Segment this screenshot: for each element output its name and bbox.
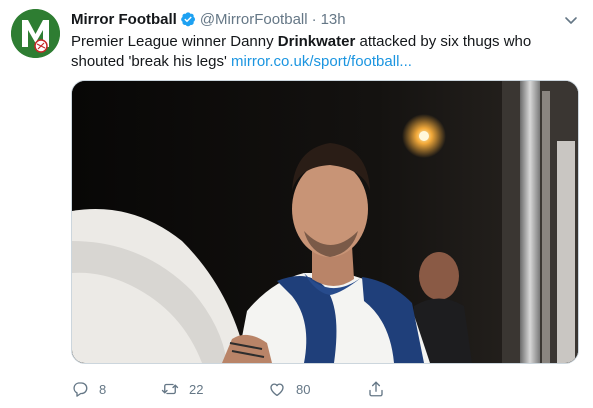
share-icon	[369, 381, 383, 397]
mirror-football-logo-icon	[11, 9, 60, 58]
avatar[interactable]	[11, 9, 60, 58]
retweet-count: 22	[189, 381, 204, 397]
author-handle[interactable]: @MirrorFootball	[200, 11, 308, 28]
photo-image	[72, 81, 578, 363]
retweet-button[interactable]: 22	[161, 378, 203, 400]
verified-badge-icon	[180, 11, 196, 33]
retweet-icon	[161, 383, 179, 395]
reply-icon	[73, 382, 88, 397]
share-button[interactable]	[367, 378, 385, 400]
tweet-header: Mirror Football @MirrorFootball · 13h	[71, 10, 553, 30]
tweet-text-bold: Drinkwater	[277, 33, 356, 50]
display-name[interactable]: Mirror Football	[71, 11, 177, 28]
heart-icon	[270, 383, 284, 397]
tweet-timestamp[interactable]: 13h	[321, 11, 346, 28]
like-count: 80	[296, 381, 311, 397]
reply-count: 8	[99, 381, 107, 397]
tweet-photo[interactable]	[71, 80, 579, 364]
reply-button[interactable]: 8	[71, 378, 106, 400]
header-separator: ·	[311, 11, 317, 28]
tweet-card[interactable]: Mirror Football @MirrorFootball · 13h Premi…	[0, 0, 593, 408]
tweet-actions: 8 22 80	[71, 378, 401, 400]
tweet-text-part1: Premier League winner Danny	[71, 33, 278, 50]
article-link[interactable]: mirror.co.uk/sport/football...	[231, 53, 412, 70]
like-button[interactable]: 80	[268, 378, 310, 400]
tweet-text: Premier League winner Danny Drinkwater a…	[71, 32, 571, 72]
more-options-chevron-down-icon[interactable]	[563, 12, 579, 28]
